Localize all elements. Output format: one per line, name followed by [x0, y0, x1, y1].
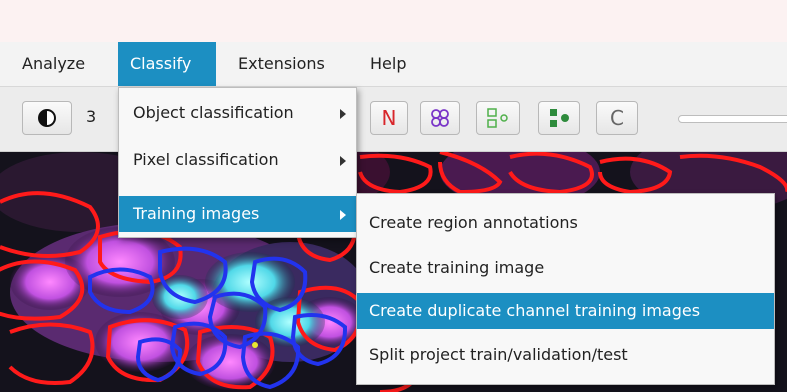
tma-grid-icon [487, 108, 508, 128]
toolbar-text: 3 [86, 107, 97, 126]
menu-item-label: Object classification [133, 103, 294, 122]
menu-item-create-region-annotations[interactable]: Create region annotations [357, 205, 774, 241]
menu-item-label: Pixel classification [133, 150, 279, 169]
show-annotations-button[interactable] [538, 101, 580, 135]
menu-item-label: Create duplicate channel training images [369, 301, 701, 320]
menu-analyze-label: Analyze [22, 54, 86, 73]
training-images-submenu: Create region annotations Create trainin… [356, 193, 775, 385]
menu-item-create-training-image[interactable]: Create training image [357, 250, 774, 286]
contrast-button[interactable] [22, 101, 72, 135]
menu-extensions-label: Extensions [238, 54, 325, 73]
nucleus-toggle-button[interactable]: N [370, 101, 408, 135]
menu-help-label: Help [370, 54, 407, 73]
menu-item-pixel-classification[interactable]: Pixel classification [119, 142, 356, 178]
annotation-icon [550, 109, 569, 127]
menu-extensions[interactable]: Extensions [228, 42, 346, 86]
menu-item-training-images[interactable]: Training images [119, 196, 356, 232]
channel-viewer-label: C [610, 106, 624, 130]
nucleus-toggle-label: N [381, 106, 397, 130]
menu-bar: Analyze Classify Extensions Help [0, 42, 787, 87]
menu-classify[interactable]: Classify [118, 42, 216, 86]
menu-classify-label: Classify [130, 54, 192, 73]
tma-grid-button[interactable] [476, 101, 520, 135]
menu-item-label: Split project train/validation/test [369, 345, 628, 364]
detections-icon [431, 109, 449, 127]
contrast-icon [38, 109, 56, 127]
menu-item-label: Training images [133, 204, 260, 223]
menu-analyze[interactable]: Analyze [0, 42, 118, 86]
classify-menu: Object classification Pixel classificati… [118, 87, 357, 238]
menu-item-create-duplicate-channel-training-images[interactable]: Create duplicate channel training images [357, 293, 774, 329]
menu-item-split-project[interactable]: Split project train/validation/test [357, 337, 774, 373]
submenu-arrow-icon [340, 109, 346, 119]
menu-item-object-classification[interactable]: Object classification [119, 95, 356, 131]
menu-help[interactable]: Help [358, 42, 420, 86]
title-strip [0, 0, 787, 42]
submenu-arrow-icon [340, 156, 346, 166]
show-detections-button[interactable] [420, 101, 460, 135]
menu-item-label: Create region annotations [369, 213, 578, 232]
opacity-slider[interactable] [678, 115, 787, 123]
channel-viewer-button[interactable]: C [596, 101, 638, 135]
submenu-arrow-icon [340, 210, 346, 220]
menu-item-label: Create training image [369, 258, 545, 277]
